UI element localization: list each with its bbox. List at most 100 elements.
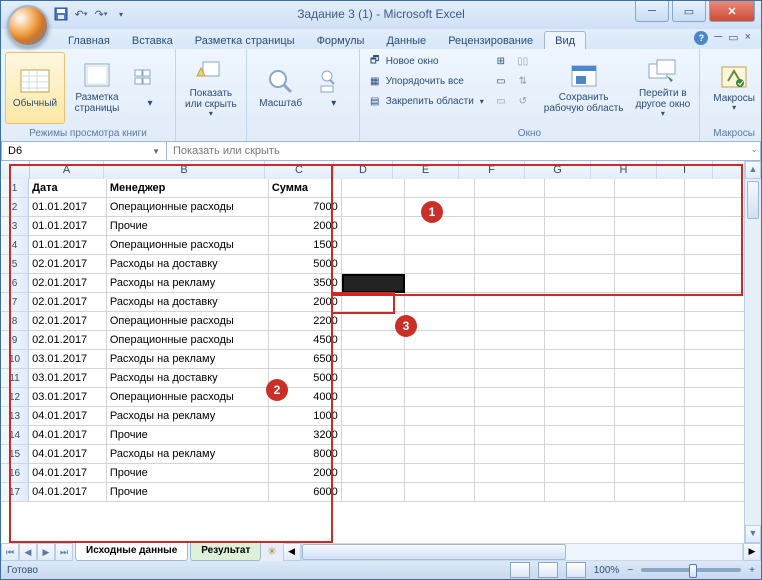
cell[interactable] — [685, 483, 745, 502]
row-header[interactable]: 1 — [1, 179, 29, 198]
office-button[interactable] — [7, 5, 49, 47]
freeze-panes-button[interactable]: ▤Закрепить области▾ — [368, 92, 484, 110]
zoom-slider[interactable] — [641, 568, 741, 572]
horizontal-scrollbar[interactable] — [301, 543, 743, 561]
cell[interactable]: 04.01.2017 — [29, 483, 107, 502]
cell[interactable]: Расходы на рекламу — [107, 407, 269, 426]
cell[interactable]: Операционные расходы — [107, 388, 269, 407]
row-header[interactable]: 3 — [1, 217, 29, 236]
side-by-side-button[interactable]: ▯▯ — [516, 52, 530, 70]
cell[interactable] — [475, 331, 545, 350]
cell[interactable]: 02.01.2017 — [29, 293, 107, 312]
cell[interactable] — [545, 464, 615, 483]
row-header[interactable]: 4 — [1, 236, 29, 255]
cell[interactable] — [545, 483, 615, 502]
col-header-A[interactable]: A — [30, 161, 104, 179]
tab-формулы[interactable]: Формулы — [306, 31, 376, 49]
hide-button[interactable]: ▭ — [494, 72, 508, 90]
col-header-B[interactable]: B — [104, 161, 265, 179]
cell[interactable]: 5000 — [269, 369, 342, 388]
cell[interactable] — [545, 255, 615, 274]
cell[interactable] — [545, 312, 615, 331]
sheet-nav-button[interactable]: ◀ — [19, 543, 37, 561]
cell[interactable] — [685, 331, 745, 350]
cell[interactable] — [685, 293, 745, 312]
cell[interactable]: 03.01.2017 — [29, 369, 107, 388]
row-header[interactable]: 13 — [1, 407, 29, 426]
cell[interactable] — [342, 236, 405, 255]
cell[interactable] — [405, 388, 475, 407]
cell[interactable] — [685, 407, 745, 426]
row-header[interactable]: 6 — [1, 274, 29, 293]
cell[interactable]: Операционные расходы — [107, 331, 269, 350]
cell[interactable] — [405, 198, 475, 217]
cell[interactable] — [342, 179, 405, 198]
cell[interactable] — [405, 236, 475, 255]
cell[interactable]: 04.01.2017 — [29, 464, 107, 483]
cell[interactable]: 6500 — [269, 350, 342, 369]
cell[interactable]: Расходы на доставку — [107, 255, 269, 274]
cell[interactable] — [475, 179, 545, 198]
cell[interactable] — [615, 464, 685, 483]
cell[interactable] — [685, 217, 745, 236]
cell[interactable] — [685, 369, 745, 388]
cell[interactable]: 04.01.2017 — [29, 407, 107, 426]
cell[interactable] — [545, 179, 615, 198]
cell[interactable] — [475, 464, 545, 483]
save-workspace-button[interactable]: Сохранить рабочую область — [539, 52, 629, 124]
cell[interactable] — [545, 331, 615, 350]
cell[interactable] — [342, 426, 405, 445]
select-all-corner[interactable] — [1, 161, 30, 179]
row-header[interactable]: 8 — [1, 312, 29, 331]
arrange-all-button[interactable]: ▦Упорядочить все — [368, 72, 484, 90]
cell[interactable]: Прочие — [107, 217, 269, 236]
cell[interactable] — [342, 369, 405, 388]
cell[interactable] — [545, 293, 615, 312]
cell[interactable]: 2000 — [269, 217, 342, 236]
cell[interactable] — [685, 426, 745, 445]
cell[interactable] — [615, 369, 685, 388]
sheet-nav-button[interactable]: ▶ — [37, 543, 55, 561]
name-box-dropdown-icon[interactable]: ▼ — [152, 147, 160, 156]
sheet-tab[interactable]: Исходные данные — [75, 543, 188, 561]
cell[interactable] — [685, 388, 745, 407]
cell[interactable] — [615, 255, 685, 274]
cell[interactable] — [475, 274, 545, 293]
cell[interactable] — [685, 350, 745, 369]
zoom-in-icon[interactable]: + — [749, 565, 755, 576]
sheet-nav-button[interactable]: ⏮ — [1, 543, 19, 561]
cell[interactable]: Операционные расходы — [107, 236, 269, 255]
cell[interactable] — [615, 179, 685, 198]
new-sheet-icon[interactable]: ✳ — [261, 543, 282, 561]
close-button[interactable]: ✕ — [709, 1, 755, 22]
name-box[interactable]: D6 ▼ — [1, 141, 167, 161]
cell[interactable] — [475, 236, 545, 255]
cell[interactable] — [545, 274, 615, 293]
cell[interactable]: 01.01.2017 — [29, 217, 107, 236]
cell[interactable] — [615, 350, 685, 369]
cell[interactable] — [342, 350, 405, 369]
cell[interactable] — [615, 312, 685, 331]
cell[interactable]: Расходы на рекламу — [107, 350, 269, 369]
row-header[interactable]: 16 — [1, 464, 29, 483]
ribbon-doc-min-icon[interactable]: ─ — [714, 31, 722, 45]
help-icon[interactable]: ? — [694, 31, 708, 45]
worksheet-grid[interactable]: 1ДатаМенеджерСумма201.01.2017Операционны… — [1, 179, 745, 543]
cell[interactable]: Прочие — [107, 426, 269, 445]
col-header-F[interactable]: F — [459, 161, 525, 179]
new-window-button[interactable]: 🗗Новое окно — [368, 52, 484, 70]
cell[interactable] — [475, 369, 545, 388]
cell[interactable] — [545, 445, 615, 464]
cell[interactable]: Расходы на доставку — [107, 369, 269, 388]
cell[interactable]: 03.01.2017 — [29, 388, 107, 407]
cell[interactable]: 3500 — [269, 274, 342, 293]
cell[interactable] — [475, 198, 545, 217]
hscroll-right-icon[interactable]: ▶ — [743, 543, 761, 561]
hscroll-thumb[interactable] — [302, 544, 566, 560]
cell[interactable]: Расходы на рекламу — [107, 274, 269, 293]
cell[interactable] — [615, 274, 685, 293]
cell[interactable] — [615, 388, 685, 407]
page-layout-view-button[interactable]: Разметка страницы — [67, 52, 127, 124]
cell[interactable]: 02.01.2017 — [29, 312, 107, 331]
cell[interactable] — [342, 293, 405, 312]
